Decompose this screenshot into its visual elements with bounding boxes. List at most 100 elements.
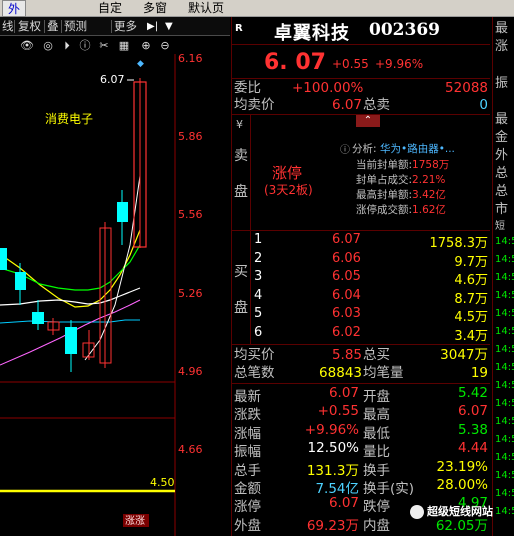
buy-level-row[interactable]: 1 6.07 1758.3万 bbox=[252, 232, 490, 251]
price-tick: 5.56 bbox=[178, 208, 203, 221]
total-sell-label: 总卖 bbox=[363, 97, 390, 113]
buy-level-row[interactable]: 6 6.02 3.4万 bbox=[252, 325, 490, 344]
last-price: 6. 07 bbox=[264, 50, 326, 75]
toolbar-divider bbox=[14, 20, 15, 33]
price-tick: 4.66 bbox=[178, 443, 203, 456]
total-buy-label: 总买 bbox=[363, 347, 390, 363]
kline-chart[interactable]: 6.16 5.86 5.56 5.26 4.96 4.66 6.07 ◆ 消费电… bbox=[0, 54, 230, 536]
chart-toolbar: 线 复权 叠 预测 更多 ▶| ▼ bbox=[0, 17, 230, 36]
total-buy-value: 3047万 bbox=[440, 347, 488, 363]
volume-label: 4.50 bbox=[150, 476, 175, 489]
toolbar-forecast[interactable]: 预测 bbox=[62, 18, 89, 35]
buy-levels: 1 6.07 1758.3万 2 6.06 9.7万 3 6.05 4.6万 4… bbox=[252, 232, 490, 344]
ma-line-short bbox=[84, 175, 141, 361]
menu-custom[interactable]: 自定 bbox=[98, 0, 122, 17]
price-change-pct: +9.96% bbox=[375, 57, 424, 71]
grid-icon[interactable]: ▦ bbox=[117, 39, 131, 53]
wechat-icon bbox=[410, 505, 424, 519]
r-tag: R bbox=[235, 23, 243, 34]
weibi-pct: +100.00% bbox=[292, 80, 364, 96]
sell-avg-label: 均卖价 bbox=[234, 97, 275, 113]
stats-row: 最新 6.07 开盘 5.42 bbox=[234, 385, 488, 405]
buy-avg-label: 均买价 bbox=[234, 347, 275, 363]
detail-value: 1.62亿 bbox=[412, 204, 446, 216]
detail-label: 涨停成交额: bbox=[356, 204, 413, 216]
weibi-label: 委比 bbox=[234, 80, 261, 96]
sell-avg-row: 均卖价 6.07 总卖 0 bbox=[232, 96, 490, 114]
quote-panel: R 卓翼科技 002369 6. 07 +0.55 +9.96% 委比 +100… bbox=[231, 17, 491, 536]
price-change: +0.55 bbox=[332, 57, 369, 71]
circle-icon[interactable]: ◎ bbox=[41, 39, 55, 53]
candle bbox=[117, 202, 128, 222]
price-tick: 5.26 bbox=[178, 287, 203, 300]
candle bbox=[65, 327, 77, 354]
toolbar-adjust[interactable]: 复权 bbox=[16, 18, 43, 35]
buy-level-row[interactable]: 3 6.05 4.6万 bbox=[252, 269, 490, 288]
analysis-link[interactable]: 华为•路由器•... bbox=[380, 141, 455, 156]
eye-icon[interactable]: 👁 bbox=[20, 39, 34, 53]
stock-code: 002369 bbox=[369, 20, 440, 40]
analysis-icon: ⓘ bbox=[340, 145, 350, 156]
price-tick: 6.16 bbox=[178, 54, 203, 65]
limit-up-badge-text: 涨涨 bbox=[125, 515, 145, 527]
stock-name: 卓翼科技 bbox=[274, 23, 350, 44]
sell-side-label: ¥ 卖 盘 bbox=[232, 115, 251, 230]
stats-row: 涨跌 +0.55 最高 6.07 bbox=[234, 403, 488, 424]
detail-label: 当前封单额: bbox=[356, 159, 413, 171]
watermark: 超级短线网站 bbox=[410, 503, 510, 521]
weibi-value: 52088 bbox=[445, 80, 488, 96]
diamond-icon: ◆ bbox=[137, 59, 144, 69]
candle bbox=[15, 272, 26, 290]
stats-row: 振幅 12.50% 量比 4.44 bbox=[234, 440, 488, 461]
total-sell-value: 0 bbox=[479, 97, 488, 113]
sell-avg-value: 6.07 bbox=[331, 97, 362, 113]
weibi-row: 委比 +100.00% 52088 bbox=[232, 79, 490, 97]
ma-line-yellow bbox=[0, 229, 141, 308]
toolbar-more[interactable]: 更多 bbox=[112, 18, 139, 35]
limit-up-text: 涨停 bbox=[272, 164, 303, 182]
play-circle-icon[interactable]: ⏵ bbox=[60, 39, 74, 53]
per-trade-value: 19 bbox=[470, 365, 488, 381]
trade-count-value: 68843 bbox=[319, 365, 362, 381]
tab-forex[interactable]: 外汇 bbox=[2, 0, 26, 33]
stats-row: 涨幅 +9.96% 最低 5.38 bbox=[234, 421, 488, 442]
zoom-out-icon[interactable]: ⊖ bbox=[158, 39, 172, 53]
buy-side-label: 买 盘 bbox=[232, 231, 251, 344]
detail-label: 封单占成交: bbox=[356, 174, 413, 186]
scissors-icon[interactable]: ✂ bbox=[97, 39, 111, 53]
detail-label: 最高封单额: bbox=[356, 189, 413, 201]
dropdown-icon[interactable]: ▼ bbox=[163, 18, 175, 35]
toolbar-overlay[interactable]: 叠 bbox=[45, 18, 61, 35]
trade-count-row: 总笔数 68843 均笔量 19 bbox=[232, 364, 490, 382]
buy-avg-row: 均买价 5.85 总买 3047万 bbox=[232, 346, 490, 364]
analysis-label: 分析: bbox=[352, 143, 377, 155]
buy-level-row[interactable]: 2 6.06 9.7万 bbox=[252, 251, 490, 270]
high-price-label: 6.07 bbox=[100, 73, 125, 86]
price-tick: 4.96 bbox=[178, 365, 203, 378]
detail-value: 1758万 bbox=[412, 159, 450, 171]
candle bbox=[0, 248, 7, 270]
detail-value: 3.42亿 bbox=[412, 189, 446, 201]
collapse-arrow-icon[interactable]: ⌃ bbox=[356, 115, 380, 127]
buy-avg-value: 5.85 bbox=[331, 347, 362, 363]
menu-multi-window[interactable]: 多窗 bbox=[143, 0, 167, 17]
info-icon[interactable]: ⓘ bbox=[78, 39, 92, 53]
menu-default-page[interactable]: 默认页 bbox=[188, 0, 224, 17]
concept-label: 消费电子 bbox=[45, 112, 93, 126]
menu-bar: 外汇 自定 多窗 默认页 bbox=[0, 0, 514, 33]
buy-level-row[interactable]: 4 6.04 8.7万 bbox=[252, 288, 490, 307]
candle bbox=[32, 312, 44, 324]
ma-line-cyan bbox=[0, 319, 140, 324]
buy-level-row[interactable]: 5 6.03 4.5万 bbox=[252, 306, 490, 325]
limit-details: 当前封单额:1758万 封单占成交:2.21% 最高封单额:3.42亿 涨停成交… bbox=[356, 157, 488, 217]
time-sales-strip: 最 涨 振 最 金 外 总 总 市 短 14:5 14:5 14:5 14:5 … bbox=[492, 17, 514, 536]
per-trade-label: 均笔量 bbox=[363, 365, 404, 381]
detail-value: 2.21% bbox=[412, 174, 446, 186]
stats-row: 金额 7.54亿 换手(实) 28.00% bbox=[234, 476, 488, 497]
play-icon[interactable]: ▶| bbox=[145, 18, 160, 35]
trade-count-label: 总笔数 bbox=[234, 365, 275, 381]
limit-streak: (3天2板) bbox=[264, 183, 313, 197]
price-tick: 5.86 bbox=[178, 130, 203, 143]
stats-row: 总手 131.3万 换手 23.19% bbox=[234, 458, 488, 479]
zoom-in-icon[interactable]: ⊕ bbox=[139, 39, 153, 53]
